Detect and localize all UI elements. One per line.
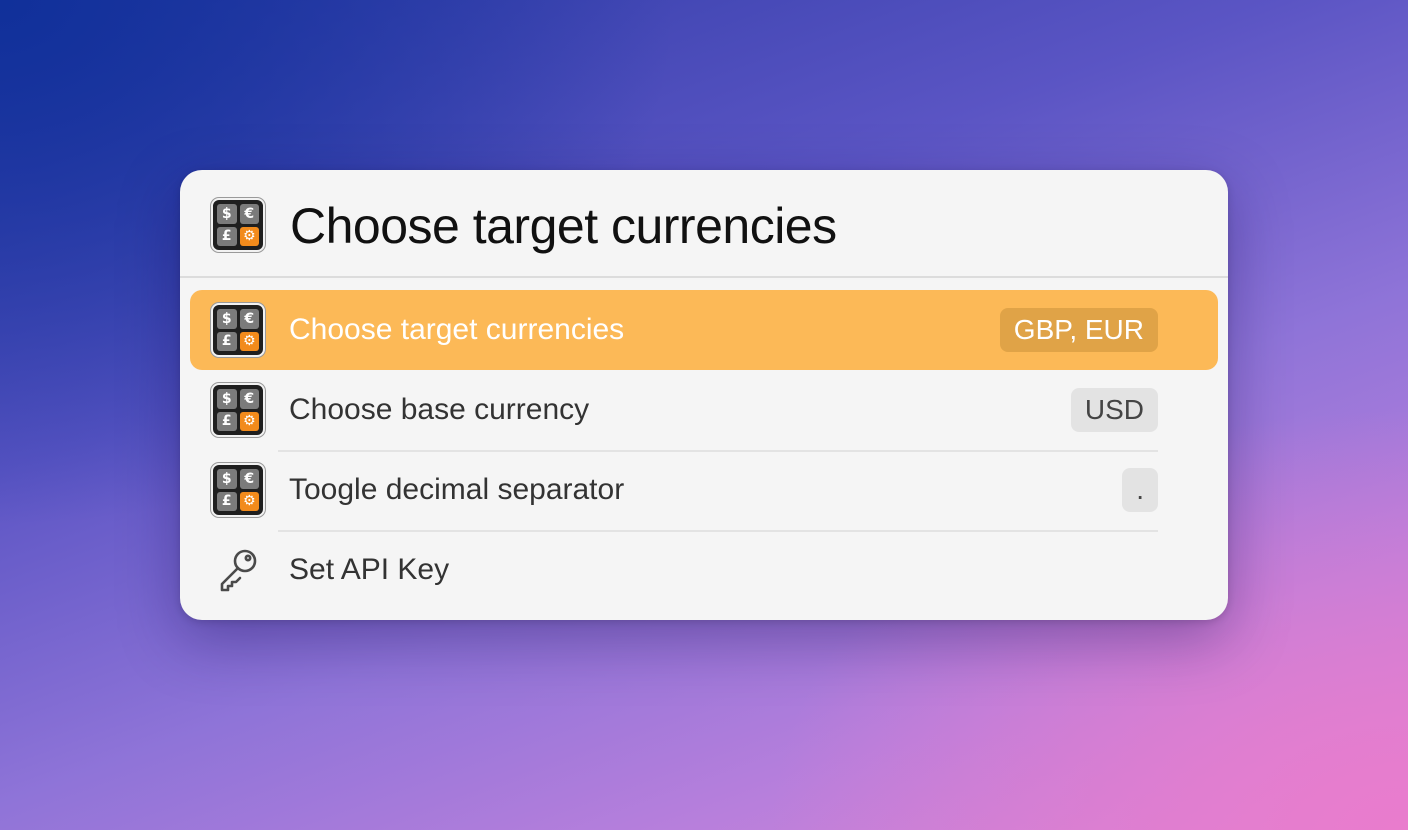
dollar-glyph: $: [217, 469, 237, 489]
gear-glyph: ⚙: [239, 331, 259, 351]
value-badge: USD: [1070, 388, 1158, 432]
list-item-choose-target-currencies[interactable]: $ € £ ⚙ Choose target currencies GBP, EU…: [190, 290, 1218, 370]
dollar-glyph: $: [217, 309, 237, 329]
euro-glyph: €: [239, 204, 259, 224]
list-item-set-api-key[interactable]: Set API Key: [190, 530, 1218, 610]
dollar-glyph: $: [217, 204, 237, 224]
gear-glyph: ⚙: [239, 411, 259, 431]
pound-glyph: £: [217, 226, 237, 246]
currency-converter-icon: $ € £ ⚙: [211, 303, 265, 357]
list-item-label: Toogle decimal separator: [289, 473, 625, 506]
list-item-label: Choose base currency: [289, 393, 590, 426]
palette-title: Choose target currencies: [290, 198, 837, 254]
pound-glyph: £: [217, 331, 237, 351]
pound-glyph: £: [217, 491, 237, 511]
currency-converter-icon: $ € £ ⚙: [211, 198, 265, 252]
value-badge: GBP, EUR: [999, 308, 1158, 352]
list-item-label: Set API Key: [289, 553, 450, 586]
euro-glyph: €: [239, 469, 259, 489]
list-item-toggle-decimal-separator[interactable]: $ € £ ⚙ Toogle decimal separator .: [190, 450, 1218, 530]
currency-converter-icon: $ € £ ⚙: [211, 383, 265, 437]
euro-glyph: €: [239, 389, 259, 409]
command-palette: $ € £ ⚙ Choose target currencies $ € £ ⚙…: [180, 170, 1228, 620]
euro-glyph: €: [239, 309, 259, 329]
gear-glyph: ⚙: [239, 226, 259, 246]
key-icon: [211, 543, 265, 597]
palette-header: $ € £ ⚙ Choose target currencies: [180, 170, 1228, 278]
list-item-label: Choose target currencies: [289, 313, 625, 346]
value-badge: .: [1122, 468, 1158, 512]
pound-glyph: £: [217, 411, 237, 431]
currency-converter-icon: $ € £ ⚙: [211, 463, 265, 517]
gear-glyph: ⚙: [239, 491, 259, 511]
dollar-glyph: $: [217, 389, 237, 409]
list-item-choose-base-currency[interactable]: $ € £ ⚙ Choose base currency USD: [190, 370, 1218, 450]
